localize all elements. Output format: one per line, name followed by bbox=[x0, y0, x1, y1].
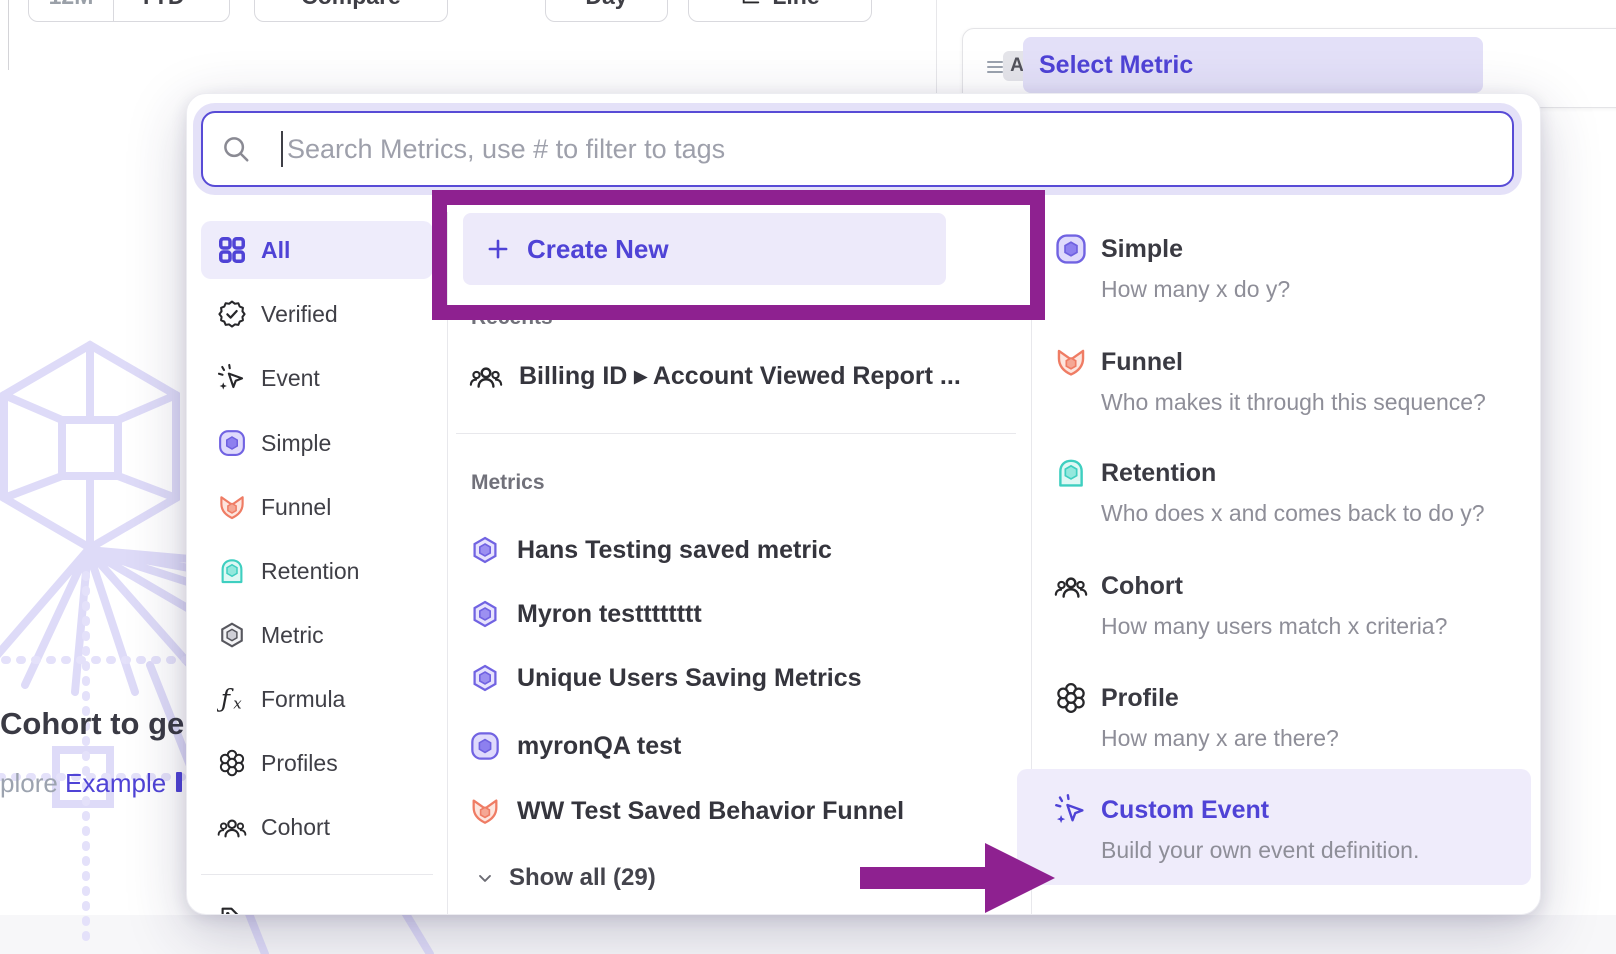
funnel-icon bbox=[217, 492, 247, 522]
line-chart-type-button[interactable]: Line bbox=[688, 0, 872, 22]
metric-item[interactable]: WW Test Saved Behavior Funnel bbox=[469, 787, 904, 835]
sidebar-section-divider bbox=[201, 874, 433, 875]
type-title: Simple bbox=[1101, 232, 1290, 266]
type-text: Funnel Who makes it through this sequenc… bbox=[1101, 345, 1486, 419]
cohort-icon bbox=[1054, 569, 1088, 603]
cohort-icon bbox=[469, 359, 503, 393]
profiles-icon bbox=[1054, 681, 1088, 715]
type-option-cohort[interactable]: Cohort How many users match x criteria? bbox=[1054, 569, 1447, 643]
type-title: Funnel bbox=[1101, 345, 1486, 379]
drag-handle-icon[interactable] bbox=[987, 59, 1003, 75]
type-desc: How many x do y? bbox=[1101, 272, 1290, 306]
simple-icon bbox=[469, 730, 501, 762]
recents-section-label: Recents bbox=[471, 306, 553, 330]
metric-item[interactable]: myronQA test bbox=[469, 722, 681, 770]
clipped-word-fragment bbox=[176, 772, 182, 792]
type-title: Cohort bbox=[1101, 569, 1447, 603]
type-option-funnel[interactable]: Funnel Who makes it through this sequenc… bbox=[1054, 345, 1486, 419]
simple-icon bbox=[1054, 232, 1088, 266]
type-option-simple[interactable]: Simple How many x do y? bbox=[1054, 232, 1290, 306]
explore-text-fragment: plore bbox=[0, 768, 65, 798]
type-title: Custom Event bbox=[1101, 793, 1419, 827]
funnel-icon bbox=[469, 795, 501, 827]
sidebar-divider bbox=[447, 212, 448, 914]
search-input[interactable]: Search Metrics, use # to filter to tags bbox=[201, 111, 1514, 187]
type-text: Cohort How many users match x criteria? bbox=[1101, 569, 1447, 643]
sidebar-item-formula[interactable]: ƒ x Formula bbox=[201, 670, 433, 728]
day-button[interactable]: Day bbox=[545, 0, 668, 22]
type-desc: How many x are there? bbox=[1101, 721, 1339, 755]
show-all-toggle[interactable]: Show all (29) bbox=[475, 857, 656, 899]
text-caret bbox=[281, 131, 283, 167]
plus-icon bbox=[485, 236, 511, 262]
metric-hexagon-purple-icon bbox=[469, 534, 501, 566]
type-text: Simple How many x do y? bbox=[1101, 232, 1290, 306]
type-desc: How many users match x criteria? bbox=[1101, 609, 1447, 643]
cohort-icon bbox=[217, 812, 247, 842]
example-reports-link[interactable]: Example bbox=[65, 768, 166, 798]
retention-icon bbox=[1054, 456, 1088, 490]
sidebar-item-all[interactable]: All bbox=[201, 221, 433, 279]
type-option-profile[interactable]: Profile How many x are there? bbox=[1054, 681, 1339, 755]
sidebar-item-cohort[interactable]: Cohort bbox=[201, 798, 433, 856]
type-text: Custom Event Build your own event defini… bbox=[1101, 793, 1419, 867]
type-desc: Who does x and comes back to do y? bbox=[1101, 496, 1485, 530]
simple-icon bbox=[217, 428, 247, 458]
metric-hexagon-icon bbox=[217, 620, 247, 650]
sidebar-item-metric[interactable]: Metric bbox=[201, 606, 433, 664]
screen: 12M YTD Compare Day Line Cohort to ge p bbox=[0, 0, 1616, 954]
range-12m-button[interactable]: 12M bbox=[29, 0, 113, 21]
type-desc: Build your own event definition. bbox=[1101, 833, 1419, 867]
line-chart-icon bbox=[740, 0, 762, 7]
type-text: Retention Who does x and comes back to d… bbox=[1101, 456, 1485, 530]
event-cursor-icon bbox=[217, 363, 247, 393]
range-ytd-button[interactable]: YTD bbox=[114, 0, 229, 21]
background-explore-line: plore Example bbox=[0, 768, 190, 799]
search-icon bbox=[221, 134, 251, 164]
grid-icon bbox=[217, 235, 247, 265]
formula-icon: ƒ x bbox=[217, 684, 247, 714]
type-desc: Who makes it through this sequence? bbox=[1101, 385, 1486, 419]
recents-metrics-divider bbox=[456, 433, 1016, 434]
sidebar-item-profiles[interactable]: Profiles bbox=[201, 734, 433, 792]
compare-button[interactable]: Compare bbox=[254, 0, 448, 22]
type-title: Profile bbox=[1101, 681, 1339, 715]
metrics-section-label: Metrics bbox=[471, 471, 545, 495]
retention-icon bbox=[217, 556, 247, 586]
svg-text:x: x bbox=[233, 694, 242, 712]
profiles-icon bbox=[217, 748, 247, 778]
sidebar-item-funnel[interactable]: Funnel bbox=[201, 478, 433, 536]
sidebar-item-retention[interactable]: Retention bbox=[201, 542, 433, 600]
metric-item[interactable]: Hans Testing saved metric bbox=[469, 526, 832, 574]
metric-picker-modal: Search Metrics, use # to filter to tags … bbox=[186, 93, 1541, 915]
metric-item[interactable]: Unique Users Saving Metrics bbox=[469, 654, 862, 702]
chevron-down-icon bbox=[475, 868, 495, 888]
search-placeholder: Search Metrics, use # to filter to tags bbox=[287, 134, 725, 165]
chevron-down-icon bbox=[191, 0, 205, 3]
sidebar-item-verified[interactable]: Verified bbox=[201, 285, 433, 343]
svg-text:ƒ: ƒ bbox=[217, 684, 234, 713]
create-new-button[interactable]: Create New bbox=[463, 213, 946, 285]
type-option-custom-event[interactable]: Custom Event Build your own event defini… bbox=[1054, 793, 1419, 867]
sidebar-item-simple[interactable]: Simple bbox=[201, 414, 433, 472]
date-range-segmented-control[interactable]: 12M YTD bbox=[28, 0, 230, 22]
metric-item[interactable]: Myron testttttttt bbox=[469, 590, 702, 638]
type-option-retention[interactable]: Retention Who does x and comes back to d… bbox=[1054, 456, 1485, 530]
sidebar-item-partial[interactable] bbox=[201, 889, 433, 915]
metric-hexagon-purple-icon bbox=[469, 598, 501, 630]
type-title: Retention bbox=[1101, 456, 1485, 490]
recent-item-billing-id[interactable]: Billing ID ▸ Account Viewed Report ... bbox=[469, 352, 961, 400]
background-headline-fragment: Cohort to ge bbox=[0, 706, 190, 742]
panel-edge-line bbox=[8, 0, 9, 70]
sidebar-item-event[interactable]: Event bbox=[201, 349, 433, 407]
metric-hexagon-purple-icon bbox=[469, 662, 501, 694]
verified-badge-icon bbox=[217, 299, 247, 329]
funnel-icon bbox=[1054, 345, 1088, 379]
clipped-label-fragment bbox=[261, 915, 279, 916]
custom-event-icon bbox=[1054, 793, 1088, 827]
tag-icon bbox=[217, 903, 247, 915]
select-metric-button[interactable]: Select Metric bbox=[1023, 37, 1483, 93]
type-text: Profile How many x are there? bbox=[1101, 681, 1339, 755]
